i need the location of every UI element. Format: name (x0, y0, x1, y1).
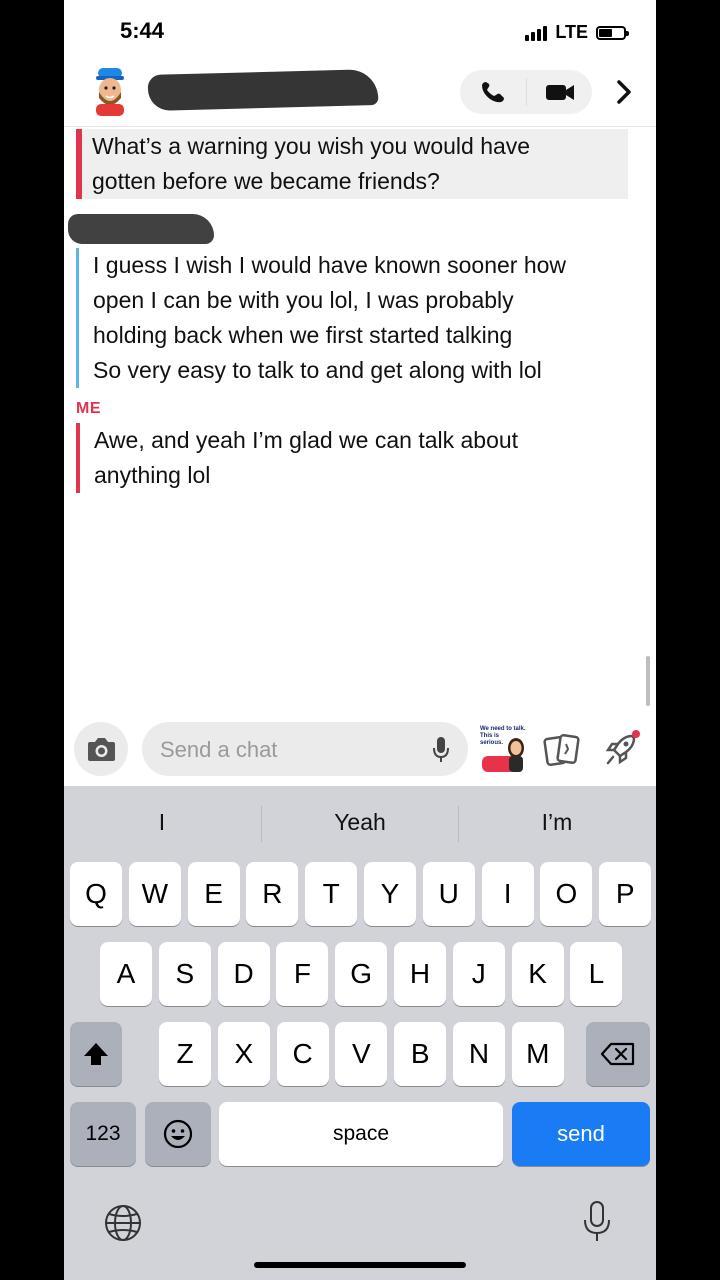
key-s[interactable]: S (158, 942, 211, 1006)
key-q[interactable]: Q (70, 862, 122, 926)
message-line: Awe, and yeah I’m glad we can talk about (94, 427, 519, 453)
message-line: So very easy to talk to and get along wi… (93, 357, 542, 383)
cards-icon[interactable] (542, 730, 582, 770)
chat-header (64, 58, 656, 127)
suggestion-2[interactable]: Yeah (262, 786, 458, 858)
message-line: gotten before we became friends? (92, 168, 440, 194)
globe-icon[interactable] (102, 1202, 144, 1244)
camera-button[interactable] (74, 722, 128, 776)
battery-icon (596, 25, 629, 40)
key-c[interactable]: C (276, 1022, 329, 1086)
redacted-sender-name (68, 214, 214, 244)
key-m[interactable]: M (511, 1022, 564, 1086)
chat-input-placeholder: Send a chat (160, 737, 278, 762)
message-line: What’s a warning you wish you would have (92, 133, 531, 159)
rocket-icon[interactable] (602, 728, 642, 770)
my-message[interactable]: Awe, and yeah I’m glad we can talk about… (76, 423, 518, 493)
key-l[interactable]: L (570, 942, 623, 1006)
status-indicators: LTE (525, 22, 629, 43)
signal-icon (525, 25, 548, 41)
bitmoji-sticker[interactable]: We need to talk. This is serious. (480, 726, 530, 774)
phone-icon[interactable] (476, 78, 510, 106)
friend-message[interactable]: I guess I wish I would have known sooner… (76, 248, 566, 388)
microphone-icon[interactable] (432, 736, 450, 764)
key-a[interactable]: A (100, 942, 152, 1006)
message-line: I guess I wish I would have known sooner… (93, 252, 567, 278)
suggestion-3[interactable]: I’m (459, 786, 655, 858)
key-p[interactable]: P (599, 862, 652, 926)
key-y[interactable]: Y (364, 862, 416, 926)
key-r[interactable]: R (246, 862, 299, 926)
me-sender-label: ME (76, 400, 101, 417)
key-w[interactable]: W (128, 862, 181, 926)
message-line: holding back when we first started talki… (93, 322, 513, 348)
camera-icon (88, 738, 115, 761)
sticker-text: This is (480, 733, 500, 739)
call-buttons (460, 70, 592, 114)
key-h[interactable]: H (394, 942, 446, 1006)
key-u[interactable]: U (422, 862, 475, 926)
quoted-prompt-message[interactable]: What’s a warning you wish you would have… (76, 129, 628, 199)
scrollbar[interactable] (646, 656, 650, 706)
key-v[interactable]: V (335, 1022, 388, 1086)
keyboard: I Yeah I’m QWERTYUIOP ASDFGHJKL ZXCVBNM … (64, 786, 656, 1280)
emoji-icon (163, 1119, 193, 1149)
shift-icon (84, 1043, 108, 1065)
key-j[interactable]: J (452, 942, 505, 1006)
home-indicator[interactable] (254, 1262, 466, 1268)
key-x[interactable]: X (217, 1022, 270, 1086)
key-d[interactable]: D (217, 942, 270, 1006)
key-t[interactable]: T (305, 862, 358, 926)
key-k[interactable]: K (511, 942, 564, 1006)
backspace-key[interactable] (586, 1022, 650, 1086)
chat-input-bar: Send a chat We need to talk. This is ser… (64, 716, 656, 786)
video-icon[interactable] (542, 78, 578, 106)
chat-input[interactable]: Send a chat (142, 722, 468, 776)
phone-screen: 5:44 LTE What’s a warning you wish you w… (64, 0, 656, 1280)
network-label: LTE (555, 22, 588, 42)
key-o[interactable]: O (540, 862, 593, 926)
sticker-text: serious. (480, 740, 504, 746)
shift-key[interactable] (70, 1022, 122, 1086)
key-g[interactable]: G (335, 942, 388, 1006)
message-line: anything lol (94, 462, 211, 488)
sticker-text: We need to talk. (480, 726, 526, 732)
key-b[interactable]: B (394, 1022, 447, 1086)
chevron-right-icon[interactable] (610, 74, 638, 110)
key-f[interactable]: F (276, 942, 329, 1006)
numbers-key[interactable]: 123 (70, 1102, 136, 1166)
message-line: open I can be with you lol, I was probab… (93, 287, 514, 313)
avatar[interactable] (92, 68, 128, 116)
space-key[interactable]: space (219, 1102, 503, 1166)
key-i[interactable]: I (481, 862, 534, 926)
redacted-name (147, 68, 379, 112)
send-key[interactable]: send (512, 1102, 650, 1166)
key-n[interactable]: N (453, 1022, 505, 1086)
suggestion-1[interactable]: I (64, 786, 260, 858)
backspace-icon (600, 1042, 635, 1066)
key-z[interactable]: Z (159, 1022, 211, 1086)
key-e[interactable]: E (187, 862, 240, 926)
emoji-key[interactable] (145, 1102, 211, 1166)
dictation-microphone-icon[interactable] (580, 1200, 614, 1244)
status-time: 5:44 (120, 18, 165, 43)
